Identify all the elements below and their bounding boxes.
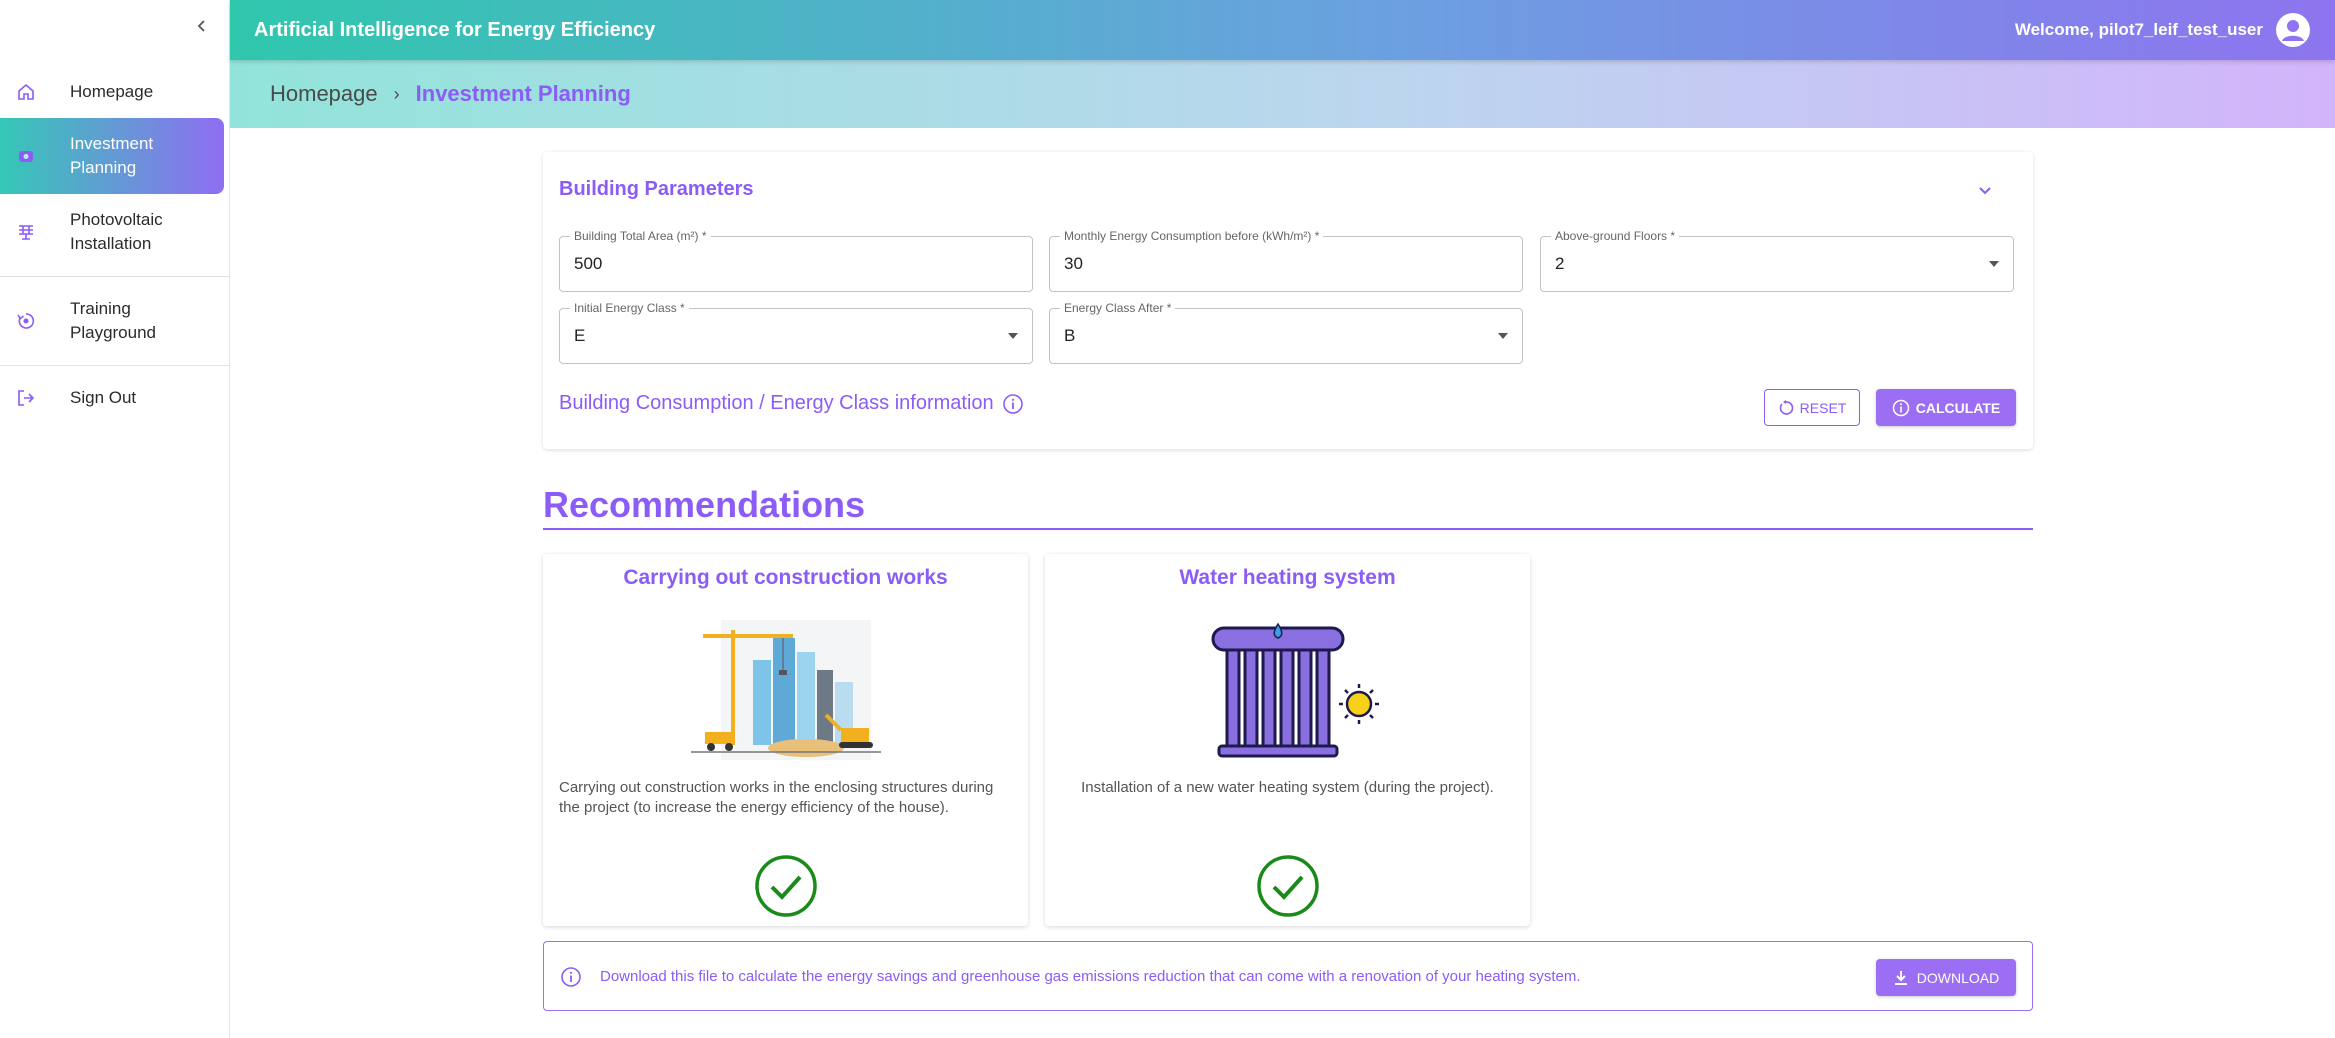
sidebar-item-label: Sign Out <box>70 388 137 407</box>
breadcrumb: Homepage › Investment Planning <box>230 60 2335 128</box>
sidebar-nav: Homepage Investment Planning Photovoltai… <box>0 66 230 424</box>
check-icon <box>1256 855 1319 917</box>
sidebar-item-label: Homepage <box>70 82 154 101</box>
energy-class-info-link[interactable]: Building Consumption / Energy Class info… <box>559 392 1024 415</box>
collapse-sidebar-button[interactable] <box>190 14 214 38</box>
dropdown-arrow-icon <box>1498 333 1508 339</box>
download-icon <box>1894 970 1907 985</box>
sidebar-item-training-playground[interactable]: Training Playground <box>0 283 230 359</box>
recommendation-card-water-heating: Water heating system Installation of a n… <box>1045 554 1530 926</box>
above-ground-floors-select[interactable]: Above-ground Floors * 2 <box>1540 229 2014 292</box>
user-menu[interactable]: Welcome, pilot7_leif_test_user <box>2015 12 2311 48</box>
divider <box>543 528 2033 530</box>
calculate-button[interactable]: CALCULATE <box>1876 389 2016 426</box>
investment-icon <box>14 144 38 168</box>
sidebar-item-label: Investment Planning <box>70 134 154 177</box>
initial-energy-class-select[interactable]: Initial Energy Class * E <box>559 301 1033 364</box>
recommendation-title: Carrying out construction works <box>623 566 948 589</box>
home-icon <box>14 80 38 104</box>
divider <box>0 365 230 366</box>
check-icon <box>754 855 817 917</box>
energy-class-after-select[interactable]: Energy Class After * B <box>1049 301 1523 364</box>
breadcrumb-separator: › <box>393 83 400 104</box>
download-label: DOWNLOAD <box>1916 969 2000 986</box>
reset-icon <box>1779 399 1793 415</box>
energy-class-info-text: Building Consumption / Energy Class info… <box>559 392 994 414</box>
recommendation-title: Water heating system <box>1179 566 1396 589</box>
sidebar-item-photovoltaic-installation[interactable]: Photovoltaic Installation <box>0 194 230 270</box>
recommendation-description: Installation of a new water heating syst… <box>1081 779 1494 796</box>
divider <box>0 276 230 277</box>
recommendation-description: Carrying out construction works in the e… <box>559 779 994 816</box>
breadcrumb-home[interactable]: Homepage <box>270 81 378 107</box>
chevron-down-icon[interactable] <box>1973 178 1997 202</box>
field-value: E <box>574 326 586 345</box>
sidebar-item-investment-planning[interactable]: Investment Planning <box>0 118 224 194</box>
training-icon <box>14 309 38 333</box>
field-label: Energy Class After * <box>1060 301 1176 315</box>
download-banner: Download this file to calculate the ener… <box>543 941 2033 1011</box>
construction-illustration <box>690 620 881 760</box>
sign-out-icon <box>14 386 38 410</box>
field-label: Above-ground Floors * <box>1551 229 1680 243</box>
field-label: Building Total Area (m²) * <box>570 229 711 243</box>
field-value: B <box>1064 326 1076 345</box>
sidebar-item-homepage[interactable]: Homepage <box>0 66 230 118</box>
info-icon <box>1892 399 1909 416</box>
breadcrumb-current: Investment Planning <box>415 81 631 106</box>
field-label: Initial Energy Class * <box>570 301 689 315</box>
reset-label: RESET <box>1799 399 1847 416</box>
download-button[interactable]: DOWNLOAD <box>1876 959 2016 996</box>
chevron-left-icon <box>197 20 205 32</box>
sidebar-item-label: Photovoltaic Installation <box>70 210 163 253</box>
app-title: Artificial Intelligence for Energy Effic… <box>254 18 656 41</box>
water-heater-illustration <box>1211 622 1379 758</box>
recommendations-title: Recommendations <box>543 484 866 525</box>
building-parameters-title: Building Parameters <box>559 178 754 200</box>
info-icon[interactable] <box>1002 393 1024 415</box>
field-value: 2 <box>1555 254 1565 273</box>
sidebar-item-sign-out[interactable]: Sign Out <box>0 372 230 424</box>
field-value: 30 <box>1064 254 1083 273</box>
calculate-label: CALCULATE <box>1915 399 2001 416</box>
info-icon <box>561 967 581 987</box>
dropdown-arrow-icon <box>1989 261 1999 267</box>
field-label: Monthly Energy Consumption before (kWh/m… <box>1060 229 1324 243</box>
solar-panel-icon <box>14 220 38 244</box>
app-header: Artificial Intelligence for Energy Effic… <box>230 0 2335 60</box>
building-parameters-card: Building Parameters Building Total Area … <box>543 152 2033 449</box>
download-description: Download this file to calculate the ener… <box>600 968 1581 985</box>
field-value: 500 <box>574 254 603 273</box>
reset-button[interactable]: RESET <box>1764 389 1860 426</box>
sidebar: Homepage Investment Planning Photovoltai… <box>0 0 230 1038</box>
dropdown-arrow-icon <box>1008 333 1018 339</box>
energy-consumption-field[interactable]: Monthly Energy Consumption before (kWh/m… <box>1049 229 1523 292</box>
building-area-field[interactable]: Building Total Area (m²) * 500 <box>559 229 1033 292</box>
welcome-text: Welcome, pilot7_leif_test_user <box>2014 20 2263 39</box>
avatar-icon[interactable] <box>2275 12 2311 48</box>
recommendation-card-construction: Carrying out construction works Carrying… <box>543 554 1028 926</box>
sidebar-item-label: Training Playground <box>70 299 157 342</box>
